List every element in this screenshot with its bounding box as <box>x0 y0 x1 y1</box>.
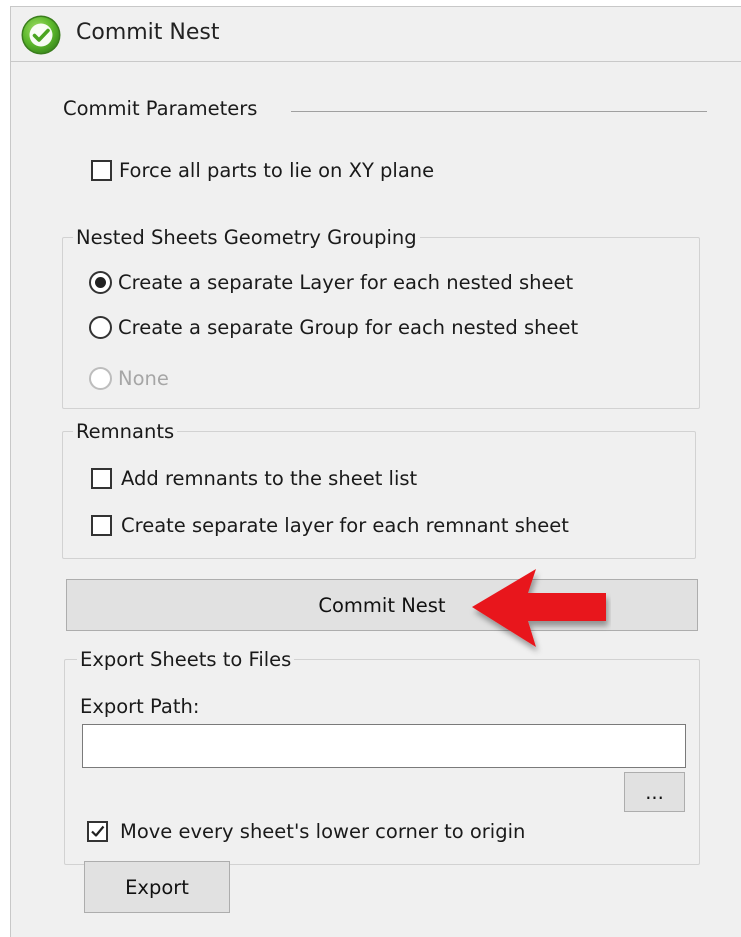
export-path-label: Export Path: <box>80 695 200 718</box>
move-origin-checkbox[interactable] <box>87 821 108 842</box>
grouping-title: Nested Sheets Geometry Grouping <box>73 226 420 249</box>
add-remnants-label: Add remnants to the sheet list <box>121 467 418 490</box>
remnant-layer-checkbox[interactable] <box>91 515 112 536</box>
remnant-layer-label: Create separate layer for each remnant s… <box>121 514 569 537</box>
remnants-title: Remnants <box>73 420 178 443</box>
commit-parameters-label: Commit Parameters <box>63 97 258 120</box>
browse-button[interactable]: ... <box>624 772 685 812</box>
export-button[interactable]: Export <box>84 861 230 913</box>
move-origin-label: Move every sheet's lower corner to origi… <box>120 820 526 843</box>
checkmark-icon <box>91 825 105 837</box>
check-circle-icon <box>21 15 61 55</box>
force-xy-label: Force all parts to lie on XY plane <box>119 159 435 182</box>
radio-selected-dot <box>95 277 106 288</box>
panel-title: Commit Nest <box>76 20 220 45</box>
force-xy-checkbox[interactable] <box>91 160 112 181</box>
export-path-input[interactable] <box>82 724 686 768</box>
radio-group-option[interactable] <box>89 316 112 339</box>
radio-none-label: None <box>118 367 169 390</box>
radio-none-option[interactable] <box>89 367 112 390</box>
export-title: Export Sheets to Files <box>77 648 295 671</box>
radio-layer-option[interactable] <box>89 271 112 294</box>
add-remnants-checkbox[interactable] <box>91 468 112 489</box>
remnants-groupbox <box>62 431 696 559</box>
panel-titlebar: Commit Nest <box>11 7 741 62</box>
radio-layer-label: Create a separate Layer for each nested … <box>118 271 574 294</box>
radio-group-label: Create a separate Group for each nested … <box>118 316 579 339</box>
section-divider <box>291 111 707 112</box>
red-arrow-icon <box>472 569 606 647</box>
commit-nest-panel: Commit Nest Commit Parameters Force all … <box>10 6 741 937</box>
